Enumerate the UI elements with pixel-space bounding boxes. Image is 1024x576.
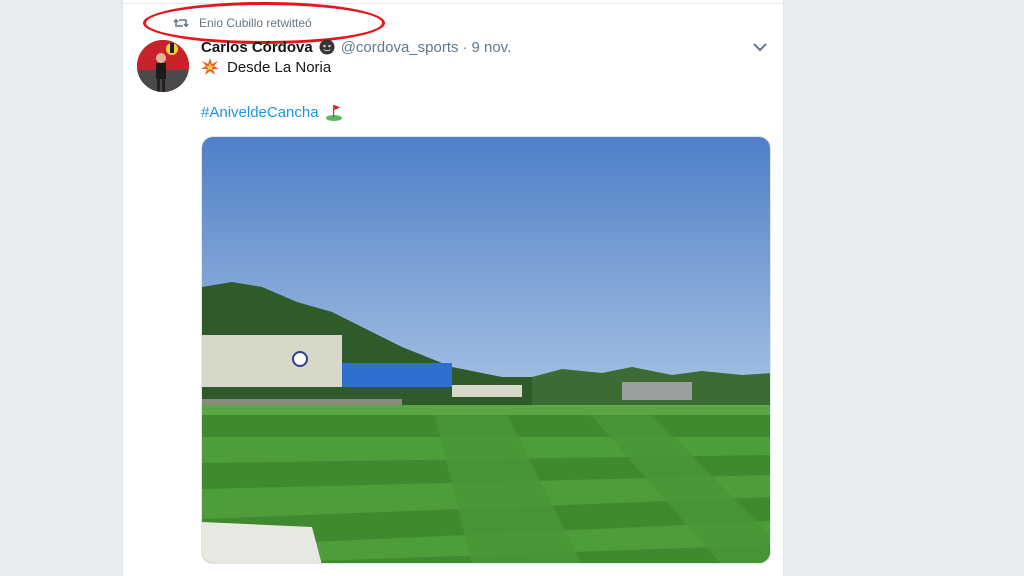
collision-emoji-icon [201, 58, 219, 75]
face-emoji-icon [319, 39, 335, 55]
chevron-down-icon[interactable] [751, 40, 769, 54]
tweet-card[interactable]: Enio Cubillo retwitteó Carlos Córdova @c… [122, 0, 784, 576]
retweet-icon [173, 18, 189, 28]
tweet-header: Carlos Córdova @cordova_sports · 9 nov. [201, 37, 511, 57]
tweet-media-photo[interactable] [201, 136, 771, 564]
display-name[interactable]: Carlos Córdova [201, 39, 313, 56]
tweet-timestamp[interactable]: 9 nov. [471, 39, 511, 56]
hashtag-line: #AniveldeCancha [201, 103, 343, 121]
retweet-context[interactable]: Enio Cubillo retwitteó [173, 14, 312, 32]
avatar-image [137, 40, 189, 92]
avatar[interactable] [137, 40, 189, 92]
separator-dot: · [462, 38, 468, 56]
retweet-context-text: Enio Cubillo retwitteó [199, 16, 312, 30]
divider [123, 3, 783, 4]
hashtag-link[interactable]: #AniveldeCancha [201, 104, 319, 121]
tweet-text-line: Desde La Noria [227, 58, 332, 76]
tweet-text: Desde La Noria [201, 58, 331, 76]
timeline-page: Enio Cubillo retwitteó Carlos Córdova @c… [0, 0, 1024, 576]
user-handle[interactable]: @cordova_sports [341, 39, 459, 56]
golf-flag-emoji-icon [325, 105, 342, 121]
soccer-field-photo [202, 137, 770, 563]
